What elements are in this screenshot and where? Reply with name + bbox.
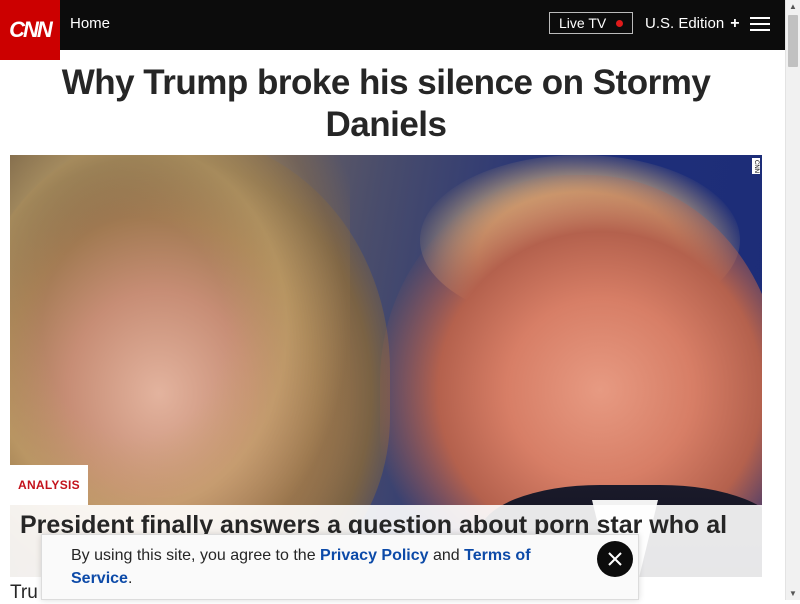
logo-text: CNN: [9, 17, 53, 42]
image-credit: CNN: [752, 158, 760, 174]
hamburger-menu-icon[interactable]: [750, 17, 770, 33]
cnn-logo[interactable]: CNN: [0, 0, 60, 60]
top-nav-bar: Home Live TV U.S. Edition +: [0, 0, 785, 50]
scroll-up-icon[interactable]: ▲: [789, 2, 797, 11]
nav-home-link[interactable]: Home: [70, 15, 110, 32]
consent-text: By using this site, you agree to the Pri…: [71, 547, 531, 587]
article-body-start: Tru: [10, 582, 38, 603]
live-indicator-icon: [616, 20, 623, 27]
close-icon[interactable]: [597, 541, 633, 577]
plus-icon: +: [730, 14, 740, 32]
consent-banner: By using this site, you agree to the Pri…: [41, 534, 639, 600]
page-scrollbar[interactable]: ▲ ▼: [785, 0, 800, 600]
scroll-thumb[interactable]: [788, 15, 798, 67]
scroll-down-icon[interactable]: ▼: [789, 589, 797, 598]
edition-label: U.S. Edition: [645, 15, 725, 32]
privacy-policy-link[interactable]: Privacy Policy: [320, 547, 429, 564]
live-tv-label: Live TV: [559, 15, 607, 31]
live-tv-button[interactable]: Live TV: [549, 12, 633, 34]
analysis-tag[interactable]: ANALYSIS: [10, 465, 88, 505]
article-headline: Why Trump broke his silence on Stormy Da…: [61, 63, 711, 144]
edition-selector[interactable]: U.S. Edition +: [645, 15, 740, 32]
